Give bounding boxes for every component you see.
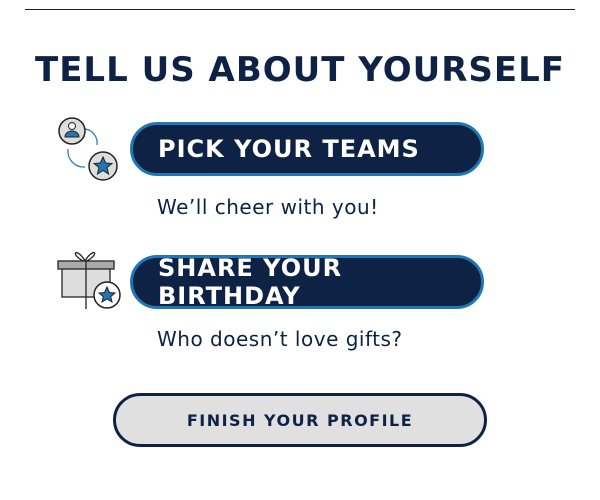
share-birthday-label: SHARE YOUR BIRTHDAY [158, 254, 343, 310]
pick-teams-subtitle: We’ll cheer with you! [157, 195, 379, 219]
share-birthday-subtitle: Who doesn’t love gifts? [157, 327, 403, 351]
gift-star-icon [57, 252, 121, 309]
pick-your-teams-label: PICK YOUR TEAMS [158, 135, 420, 163]
finish-profile-button[interactable]: FINISH YOUR PROFILE [113, 393, 487, 447]
top-divider [25, 9, 575, 10]
user-star-icon [58, 117, 118, 181]
share-your-birthday-button[interactable]: SHARE YOUR BIRTHDAY [130, 254, 484, 310]
page-title: TELL US ABOUT YOURSELF [35, 50, 565, 90]
pick-your-teams-button[interactable]: PICK YOUR TEAMS [130, 122, 484, 176]
